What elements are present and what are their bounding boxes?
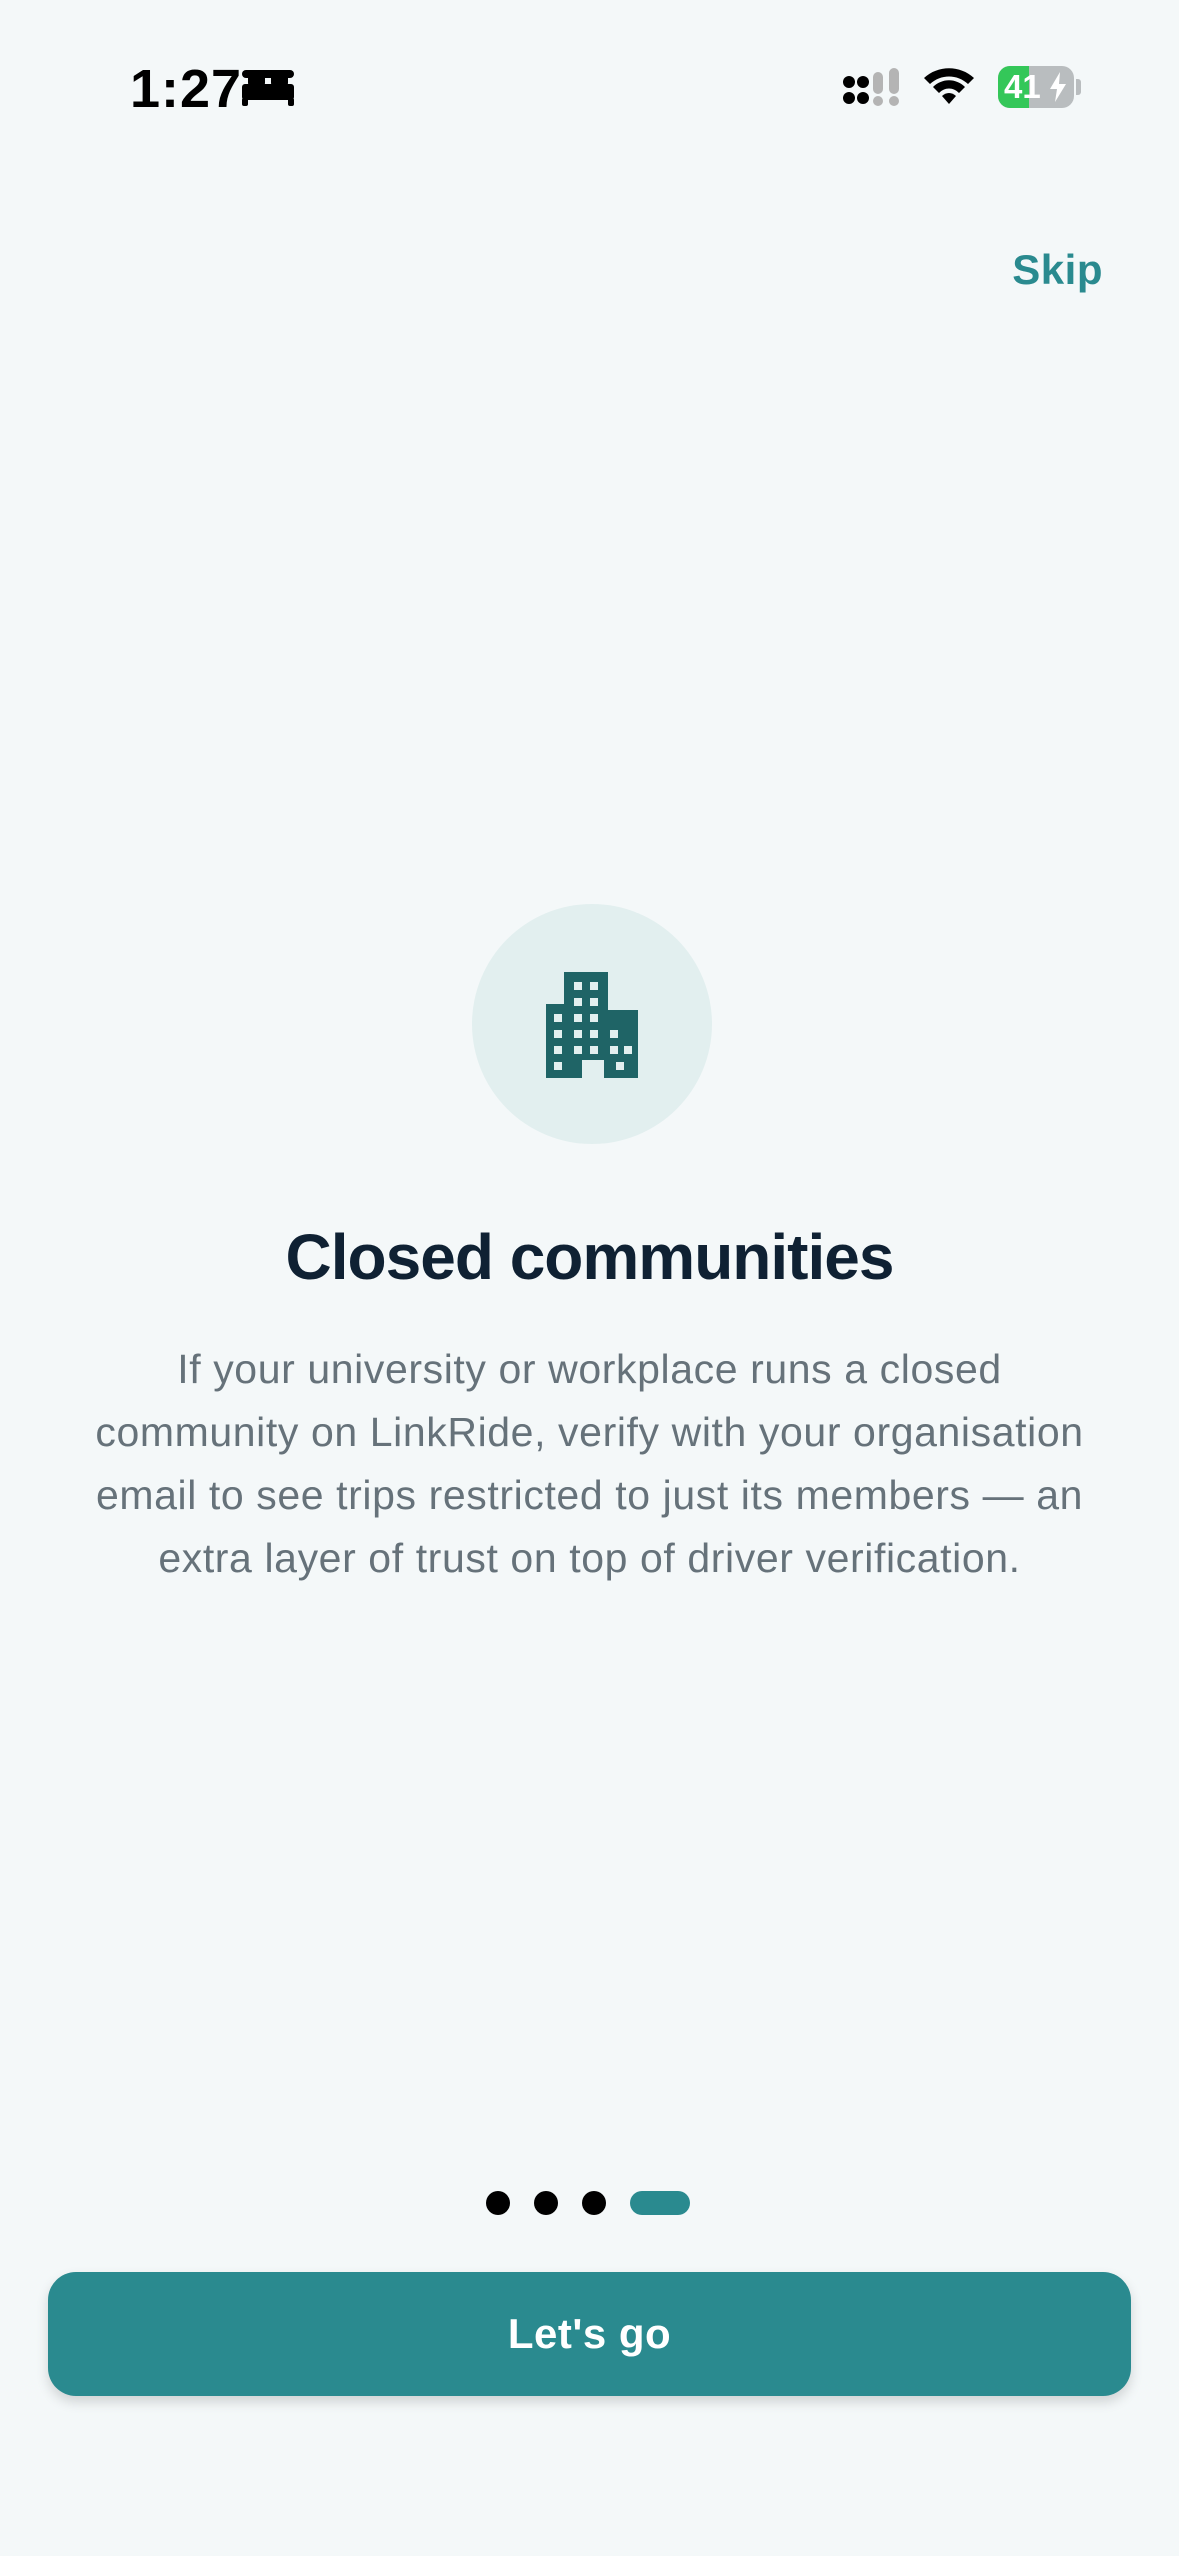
page-dot xyxy=(582,2191,606,2215)
skip-button[interactable]: Skip xyxy=(1012,246,1103,294)
illustration-circle xyxy=(472,904,712,1144)
status-time: 1:27 xyxy=(130,59,243,119)
page-indicator xyxy=(486,2190,690,2216)
onboarding-screen: 1:27 41 Skip Closed communities If your … xyxy=(0,0,1179,2556)
building-icon xyxy=(546,972,638,1078)
lets-go-label: Let's go xyxy=(507,2310,672,2357)
lets-go-button[interactable]: Let's go xyxy=(48,2272,1131,2396)
slide-description: If your university or workplace runs a c… xyxy=(95,1346,1084,1581)
battery-body: 41 xyxy=(998,66,1074,108)
battery-icon: 41 xyxy=(998,66,1082,108)
slide-title: Closed communities xyxy=(285,1221,895,1293)
page-dot xyxy=(534,2191,558,2215)
bolt-icon xyxy=(1050,72,1066,102)
page-dot-active xyxy=(630,2191,690,2215)
page-dot xyxy=(486,2191,510,2215)
battery-percent: 41 xyxy=(1004,68,1041,105)
wifi-icon xyxy=(924,68,974,104)
battery-cap xyxy=(1076,79,1081,95)
bed-icon xyxy=(242,70,294,106)
signal-icon xyxy=(843,68,899,106)
